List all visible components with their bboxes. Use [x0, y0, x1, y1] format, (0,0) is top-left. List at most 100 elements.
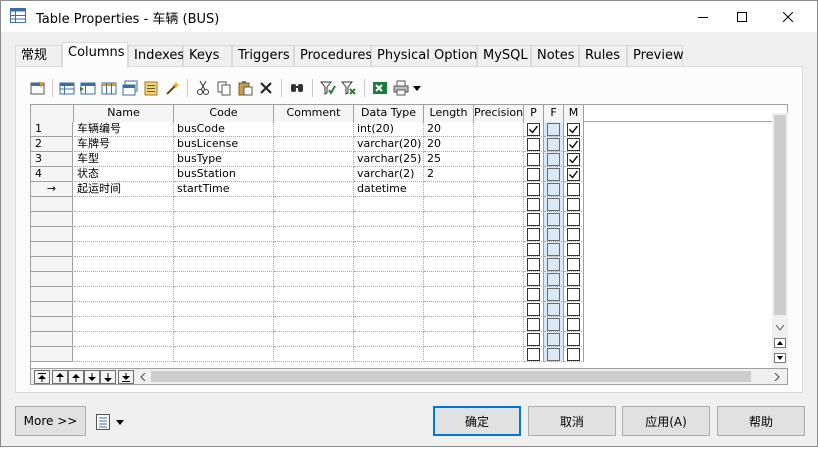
cell-length[interactable] [424, 332, 474, 347]
cell-data-type[interactable] [354, 197, 424, 212]
cell-name[interactable]: 状态 [74, 167, 174, 182]
filter-icon[interactable] [318, 77, 338, 99]
add-row-icon[interactable] [57, 77, 77, 99]
cell-code[interactable]: busStation [174, 167, 274, 182]
add-columns-icon[interactable] [99, 77, 119, 99]
table-row[interactable] [31, 242, 787, 257]
cell-code[interactable] [174, 347, 274, 362]
table-row[interactable] [31, 212, 787, 227]
row-header[interactable] [31, 287, 73, 302]
row-header[interactable] [31, 272, 73, 287]
foreign-checkbox[interactable] [547, 213, 560, 226]
table-row[interactable] [31, 287, 787, 302]
cell-data-type[interactable]: int(20) [354, 122, 424, 137]
cell-length[interactable] [424, 287, 474, 302]
tab-indexes[interactable]: Indexes [128, 45, 184, 67]
foreign-checkbox[interactable] [547, 303, 560, 316]
tab-preview[interactable]: Preview [627, 45, 684, 67]
cell-name[interactable] [74, 212, 174, 227]
row-header[interactable] [31, 197, 73, 212]
cell-comment[interactable] [274, 227, 354, 242]
cell-code[interactable]: busLicense [174, 137, 274, 152]
row-header[interactable]: 2 [31, 137, 73, 152]
cell-precision[interactable] [474, 332, 524, 347]
tab-procedures[interactable]: Procedures [294, 45, 372, 67]
scroll-top-icon[interactable] [774, 338, 786, 348]
scroll-down-icon[interactable] [776, 325, 784, 331]
cell-comment[interactable] [274, 272, 354, 287]
chevron-down-icon[interactable] [410, 77, 424, 99]
mandatory-checkbox[interactable] [567, 183, 580, 196]
cell-precision[interactable] [474, 227, 524, 242]
cell-code[interactable] [174, 257, 274, 272]
foreign-checkbox[interactable] [547, 138, 560, 151]
foreign-checkbox[interactable] [547, 243, 560, 256]
cell-data-type[interactable] [354, 287, 424, 302]
cell-data-type[interactable] [354, 227, 424, 242]
mandatory-checkbox[interactable] [567, 213, 580, 226]
cell-code[interactable] [174, 317, 274, 332]
ok-button[interactable]: 确定 [433, 406, 521, 436]
cell-comment[interactable] [274, 167, 354, 182]
cell-data-type[interactable] [354, 302, 424, 317]
cell-precision[interactable] [474, 302, 524, 317]
cell-data-type[interactable] [354, 332, 424, 347]
cell-comment[interactable] [274, 332, 354, 347]
cell-code[interactable] [174, 287, 274, 302]
scroll-left-icon[interactable] [140, 373, 146, 381]
cell-precision[interactable] [474, 137, 524, 152]
foreign-checkbox[interactable] [547, 273, 560, 286]
cell-length[interactable]: 20 [424, 122, 474, 137]
tab-mysql[interactable]: MySQL [477, 45, 531, 67]
tab-notes[interactable]: Notes [531, 45, 579, 67]
foreign-checkbox[interactable] [547, 123, 560, 136]
menu-dropdown[interactable] [96, 413, 130, 431]
cell-precision[interactable] [474, 197, 524, 212]
print-icon[interactable] [391, 77, 411, 99]
primary-checkbox[interactable] [527, 123, 540, 136]
scroll-right-icon[interactable] [774, 373, 780, 381]
paste-icon[interactable] [235, 77, 255, 99]
filter-clear-icon[interactable] [339, 77, 359, 99]
row-header[interactable] [31, 347, 73, 362]
foreign-checkbox[interactable] [547, 348, 560, 361]
row-header[interactable] [31, 242, 73, 257]
cell-code[interactable] [174, 197, 274, 212]
cell-code[interactable] [174, 242, 274, 257]
cell-comment[interactable] [274, 302, 354, 317]
primary-checkbox[interactable] [527, 318, 540, 331]
cell-data-type[interactable]: datetime [354, 182, 424, 197]
cell-length[interactable] [424, 302, 474, 317]
scroll-thumb[interactable] [774, 115, 786, 315]
tab-columns[interactable]: Columns [62, 42, 128, 68]
more-button[interactable]: More >> [15, 406, 86, 436]
excel-export-icon[interactable] [370, 77, 390, 99]
header-mandatory[interactable]: M [564, 105, 584, 122]
cell-name[interactable]: 车型 [74, 152, 174, 167]
move-page-up-button[interactable] [52, 370, 68, 384]
mandatory-checkbox[interactable] [567, 288, 580, 301]
mandatory-checkbox[interactable] [567, 153, 580, 166]
cell-length[interactable] [424, 197, 474, 212]
header-primary[interactable]: P [524, 105, 544, 122]
tab-rules[interactable]: Rules [579, 45, 627, 67]
cell-code[interactable]: startTime [174, 182, 274, 197]
header-data-type[interactable]: Data Type [354, 105, 424, 122]
cell-code[interactable] [174, 332, 274, 347]
mandatory-checkbox[interactable] [567, 333, 580, 346]
mandatory-checkbox[interactable] [567, 228, 580, 241]
primary-checkbox[interactable] [527, 348, 540, 361]
cell-length[interactable] [424, 242, 474, 257]
cell-comment[interactable] [274, 257, 354, 272]
primary-checkbox[interactable] [527, 243, 540, 256]
row-header[interactable] [31, 212, 73, 227]
cell-comment[interactable] [274, 347, 354, 362]
cell-comment[interactable] [274, 182, 354, 197]
table-row[interactable]: 2 车牌号 busLicense varchar(20) 20 [31, 137, 787, 152]
primary-checkbox[interactable] [527, 288, 540, 301]
cell-code[interactable] [174, 302, 274, 317]
foreign-checkbox[interactable] [547, 333, 560, 346]
mandatory-checkbox[interactable] [567, 243, 580, 256]
cell-precision[interactable] [474, 272, 524, 287]
cell-data-type[interactable] [354, 257, 424, 272]
